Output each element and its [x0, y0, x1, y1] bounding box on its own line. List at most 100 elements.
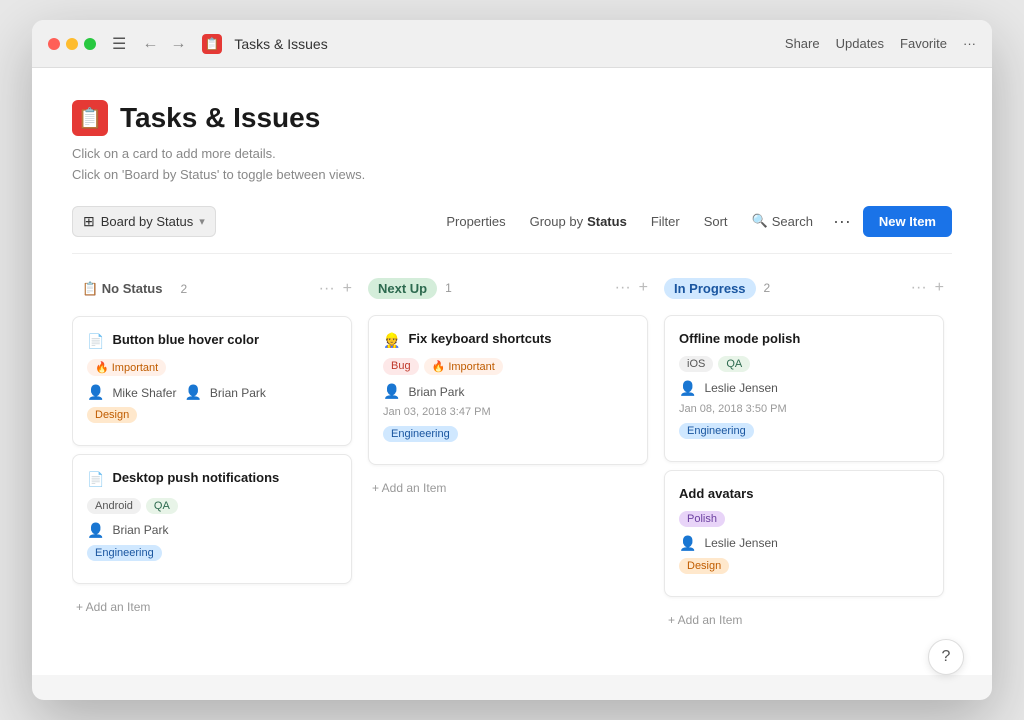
toolbar-more-button[interactable]: ··· — [829, 207, 855, 236]
help-button[interactable]: ? — [928, 639, 964, 675]
column-next-up: Next Up 1 ··· + 👷 Fix keyboard shortcuts… — [368, 274, 648, 635]
titlebar-actions: Share Updates Favorite ··· — [785, 36, 976, 51]
board-by-status-button[interactable]: ⊞ Board by Status ▾ — [72, 206, 216, 237]
add-item-no-status[interactable]: + Add an Item — [72, 592, 352, 622]
close-button[interactable] — [48, 38, 60, 50]
column-more-no-status[interactable]: ··· — [319, 280, 335, 298]
column-more-next-up[interactable]: ··· — [615, 279, 631, 297]
column-header-no-status: 📋 No Status 2 ··· + — [72, 274, 352, 308]
card-add-avatars[interactable]: Add avatars Polish 👤 Leslie Jensen Desig… — [664, 470, 944, 597]
card-assignees: 👤 Leslie Jensen — [679, 535, 929, 552]
card-title: 👷 Fix keyboard shortcuts — [383, 330, 633, 351]
card-title: 📄 Button blue hover color — [87, 331, 337, 352]
tag-qa: QA — [146, 498, 178, 514]
tag-bug: Bug — [383, 358, 419, 375]
tag-engineering: Engineering — [87, 545, 162, 561]
app-icon: 📋 — [202, 34, 222, 54]
board: 📋 No Status 2 ··· + 📄 Button blue hover … — [72, 274, 952, 655]
filter-button[interactable]: Filter — [643, 208, 688, 235]
column-label-in-progress: In Progress — [664, 278, 756, 299]
maximize-button[interactable] — [84, 38, 96, 50]
column-add-in-progress[interactable]: + — [935, 279, 944, 297]
toolbar: ⊞ Board by Status ▾ Properties Group by … — [72, 206, 952, 254]
avatar: 👤 — [679, 535, 696, 552]
card-date: Jan 08, 2018 3:50 PM — [679, 403, 929, 415]
page-content: 📋 Tasks & Issues Click on a card to add … — [32, 68, 992, 675]
menu-icon[interactable]: ☰ — [112, 34, 126, 54]
card-labels: Design — [87, 407, 337, 423]
titlebar: ☰ ← → 📋 Tasks & Issues Share Updates Fav… — [32, 20, 992, 68]
card-assignees: 👤 Brian Park — [87, 522, 337, 539]
card-tags: 🔥 Important — [87, 359, 337, 376]
tag-design: Design — [87, 407, 137, 423]
card-desktop-push[interactable]: 📄 Desktop push notifications Android QA … — [72, 454, 352, 584]
card-tags: Android QA — [87, 498, 337, 514]
tag-design: Design — [679, 558, 729, 574]
minimize-button[interactable] — [66, 38, 78, 50]
card-title: 📄 Desktop push notifications — [87, 469, 337, 490]
card-fix-keyboard[interactable]: 👷 Fix keyboard shortcuts Bug 🔥 Important… — [368, 315, 648, 466]
page-icon: 📋 — [72, 100, 108, 136]
tag-android: Android — [87, 498, 141, 514]
tag-important: 🔥 Important — [87, 359, 166, 376]
page-subtitle: Click on a card to add more details. Cli… — [72, 144, 952, 186]
tag-polish: Polish — [679, 511, 725, 527]
page-title: Tasks & Issues — [120, 102, 320, 134]
card-button-blue[interactable]: 📄 Button blue hover color 🔥 Important 👤 … — [72, 316, 352, 447]
window-title: Tasks & Issues — [234, 36, 773, 52]
card-title: Add avatars — [679, 485, 929, 503]
search-button[interactable]: 🔍 Search — [744, 207, 821, 235]
avatar: 👤 — [87, 384, 104, 401]
card-tags: Polish — [679, 511, 929, 527]
column-header-in-progress: In Progress 2 ··· + — [664, 274, 944, 307]
share-button[interactable]: Share — [785, 36, 820, 51]
nav-buttons: ← → — [138, 33, 190, 55]
favorite-button[interactable]: Favorite — [900, 36, 947, 51]
column-more-in-progress[interactable]: ··· — [911, 279, 927, 297]
page-header: 📋 Tasks & Issues — [72, 100, 952, 136]
avatar: 👤 — [383, 383, 400, 400]
chevron-down-icon: ▾ — [199, 215, 205, 228]
avatar: 👤 — [184, 384, 201, 401]
board-label: Board by Status — [101, 214, 194, 229]
traffic-lights — [48, 38, 96, 50]
forward-button[interactable]: → — [166, 33, 190, 55]
column-label-no-status: 📋 No Status — [72, 278, 172, 300]
tag-ios: iOS — [679, 356, 713, 372]
column-count-no-status: 2 — [180, 282, 187, 296]
more-button[interactable]: ··· — [963, 36, 976, 51]
app-window: ☰ ← → 📋 Tasks & Issues Share Updates Fav… — [32, 20, 992, 700]
search-icon: 🔍 — [752, 213, 768, 229]
column-in-progress: In Progress 2 ··· + Offline mode polish … — [664, 274, 944, 635]
column-label-next-up: Next Up — [368, 278, 437, 299]
column-no-status: 📋 No Status 2 ··· + 📄 Button blue hover … — [72, 274, 352, 635]
group-by-button[interactable]: Group by Status — [522, 208, 635, 235]
card-icon: 📄 — [87, 470, 104, 490]
card-assignees: 👤 Mike Shafer 👤 Brian Park — [87, 384, 337, 401]
tag-engineering: Engineering — [383, 426, 458, 442]
card-assignees: 👤 Brian Park — [383, 383, 633, 400]
card-assignees: 👤 Leslie Jensen — [679, 380, 929, 397]
card-icon: 📄 — [87, 332, 104, 352]
add-item-next-up[interactable]: + Add an Item — [368, 473, 648, 503]
avatar: 👤 — [87, 522, 104, 539]
sort-button[interactable]: Sort — [696, 208, 736, 235]
card-tags: Bug 🔥 Important — [383, 358, 633, 375]
column-header-next-up: Next Up 1 ··· + — [368, 274, 648, 307]
column-add-no-status[interactable]: + — [343, 280, 352, 298]
avatar: 👤 — [679, 380, 696, 397]
add-item-in-progress[interactable]: + Add an Item — [664, 605, 944, 635]
column-add-next-up[interactable]: + — [639, 279, 648, 297]
tag-qa: QA — [718, 356, 750, 372]
tag-important: 🔥 Important — [424, 358, 503, 375]
tag-engineering: Engineering — [679, 423, 754, 439]
properties-button[interactable]: Properties — [438, 208, 513, 235]
board-icon: ⊞ — [83, 213, 95, 230]
card-labels: Engineering — [87, 545, 337, 561]
card-labels: Engineering — [383, 426, 633, 442]
card-offline-mode[interactable]: Offline mode polish iOS QA 👤 Leslie Jens… — [664, 315, 944, 462]
back-button[interactable]: ← — [138, 33, 162, 55]
updates-button[interactable]: Updates — [836, 36, 884, 51]
new-item-button[interactable]: New Item — [863, 206, 952, 237]
card-labels: Design — [679, 558, 929, 574]
